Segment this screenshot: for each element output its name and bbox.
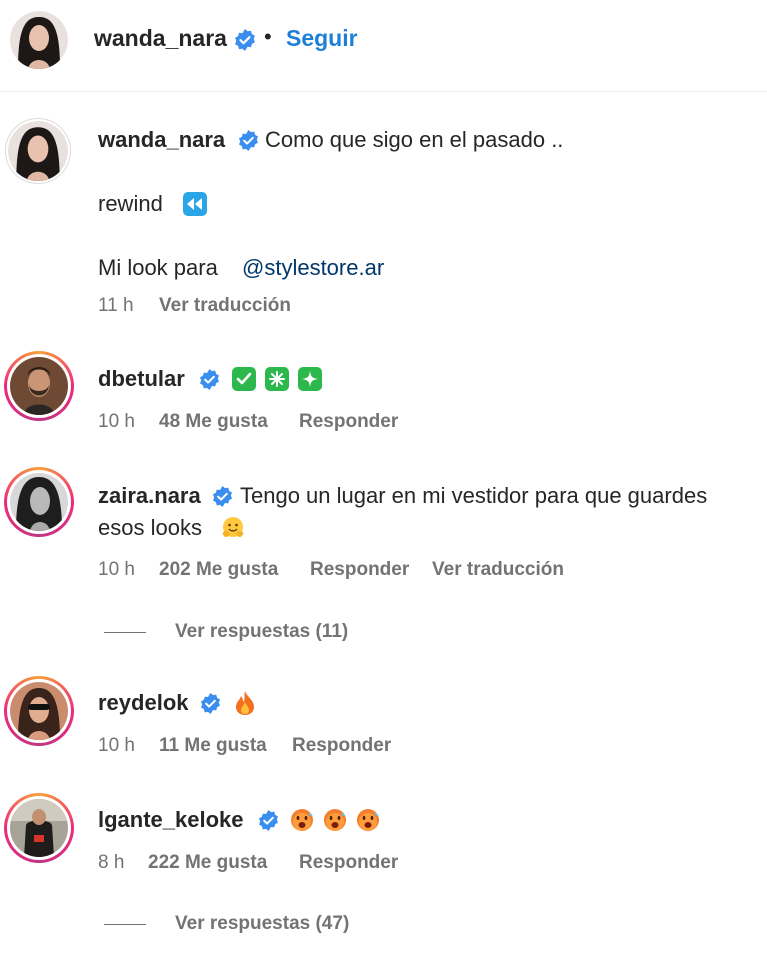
caption-time[interactable]: 11 h bbox=[98, 295, 134, 317]
wanda-nara-avatar bbox=[8, 121, 68, 181]
reply-button[interactable]: Responder bbox=[310, 559, 409, 581]
verified-badge-icon bbox=[213, 485, 232, 508]
caption-line-1: Como que sigo en el pasado .. bbox=[265, 127, 564, 152]
reply-button[interactable]: Responder bbox=[299, 411, 398, 433]
fire-icon bbox=[236, 691, 254, 715]
check-mark-button-icon bbox=[232, 367, 256, 391]
zaira-nara-avatar bbox=[10, 473, 68, 531]
separator-dot: • bbox=[264, 24, 272, 49]
caption-username[interactable]: wanda_nara bbox=[98, 127, 225, 153]
hot-face-icon bbox=[291, 809, 313, 831]
verified-badge-icon bbox=[200, 368, 219, 391]
comment-username[interactable]: lgante_keloke bbox=[98, 807, 244, 833]
sparkle-icon bbox=[298, 367, 322, 391]
lgante-keloke-avatar-story-ring[interactable] bbox=[4, 793, 74, 863]
comment-likes[interactable]: 48 Me gusta bbox=[159, 411, 268, 433]
hot-face-icon bbox=[357, 809, 379, 831]
caption-line-2: rewind bbox=[98, 191, 163, 216]
hot-face-icon bbox=[324, 809, 346, 831]
comment-likes[interactable]: 222 Me gusta bbox=[148, 852, 267, 874]
mention-link[interactable]: @stylestore.ar bbox=[242, 255, 384, 281]
comment-text-line-2: esos looks bbox=[98, 515, 202, 540]
caption-avatar[interactable] bbox=[5, 118, 71, 184]
comment-time[interactable]: 10 h bbox=[98, 411, 135, 433]
zaira-nara-avatar-story-ring[interactable] bbox=[4, 467, 74, 537]
reydelok-avatar-story-ring[interactable] bbox=[4, 676, 74, 746]
dbetular-avatar-story-ring[interactable] bbox=[4, 351, 74, 421]
see-translation-button[interactable]: Ver traducción bbox=[159, 295, 291, 317]
view-replies-button[interactable]: Ver respuestas (11) bbox=[175, 621, 348, 643]
caption-line-3: Mi look para bbox=[98, 255, 218, 280]
rewind-emoji-icon bbox=[183, 192, 207, 216]
eight-spoked-asterisk-icon bbox=[265, 367, 289, 391]
wanda-nara-avatar[interactable] bbox=[10, 11, 68, 69]
verified-badge-icon bbox=[201, 692, 220, 715]
comment-username[interactable]: dbetular bbox=[98, 366, 185, 392]
comment-time[interactable]: 10 h bbox=[98, 735, 135, 757]
comment-username[interactable]: zaira.nara bbox=[98, 483, 201, 509]
reply-button[interactable]: Responder bbox=[299, 852, 398, 874]
verified-badge-icon bbox=[259, 809, 278, 832]
follow-button[interactable]: Seguir bbox=[286, 25, 358, 52]
post-header: wanda_nara • Seguir bbox=[0, 0, 767, 92]
comment-time[interactable]: 8 h bbox=[98, 852, 124, 874]
comment-time[interactable]: 10 h bbox=[98, 559, 135, 581]
replies-divider bbox=[104, 924, 146, 925]
verified-badge-icon bbox=[239, 129, 258, 152]
view-replies-button[interactable]: Ver respuestas (47) bbox=[175, 913, 349, 935]
reydelok-avatar bbox=[10, 682, 68, 740]
verified-badge-icon bbox=[235, 29, 255, 51]
reply-button[interactable]: Responder bbox=[292, 735, 391, 757]
comment-likes[interactable]: 202 Me gusta bbox=[159, 559, 278, 581]
lgante-keloke-avatar bbox=[10, 799, 68, 857]
see-translation-button[interactable]: Ver traducción bbox=[432, 559, 564, 581]
dbetular-avatar bbox=[10, 357, 68, 415]
comment-text-line-1: Tengo un lugar en mi vestidor para que g… bbox=[240, 483, 708, 508]
comment-likes[interactable]: 11 Me gusta bbox=[159, 735, 267, 757]
replies-divider bbox=[104, 632, 146, 633]
hugging-face-icon bbox=[222, 517, 244, 537]
header-username[interactable]: wanda_nara bbox=[94, 25, 227, 52]
comment-username[interactable]: reydelok bbox=[98, 690, 189, 716]
